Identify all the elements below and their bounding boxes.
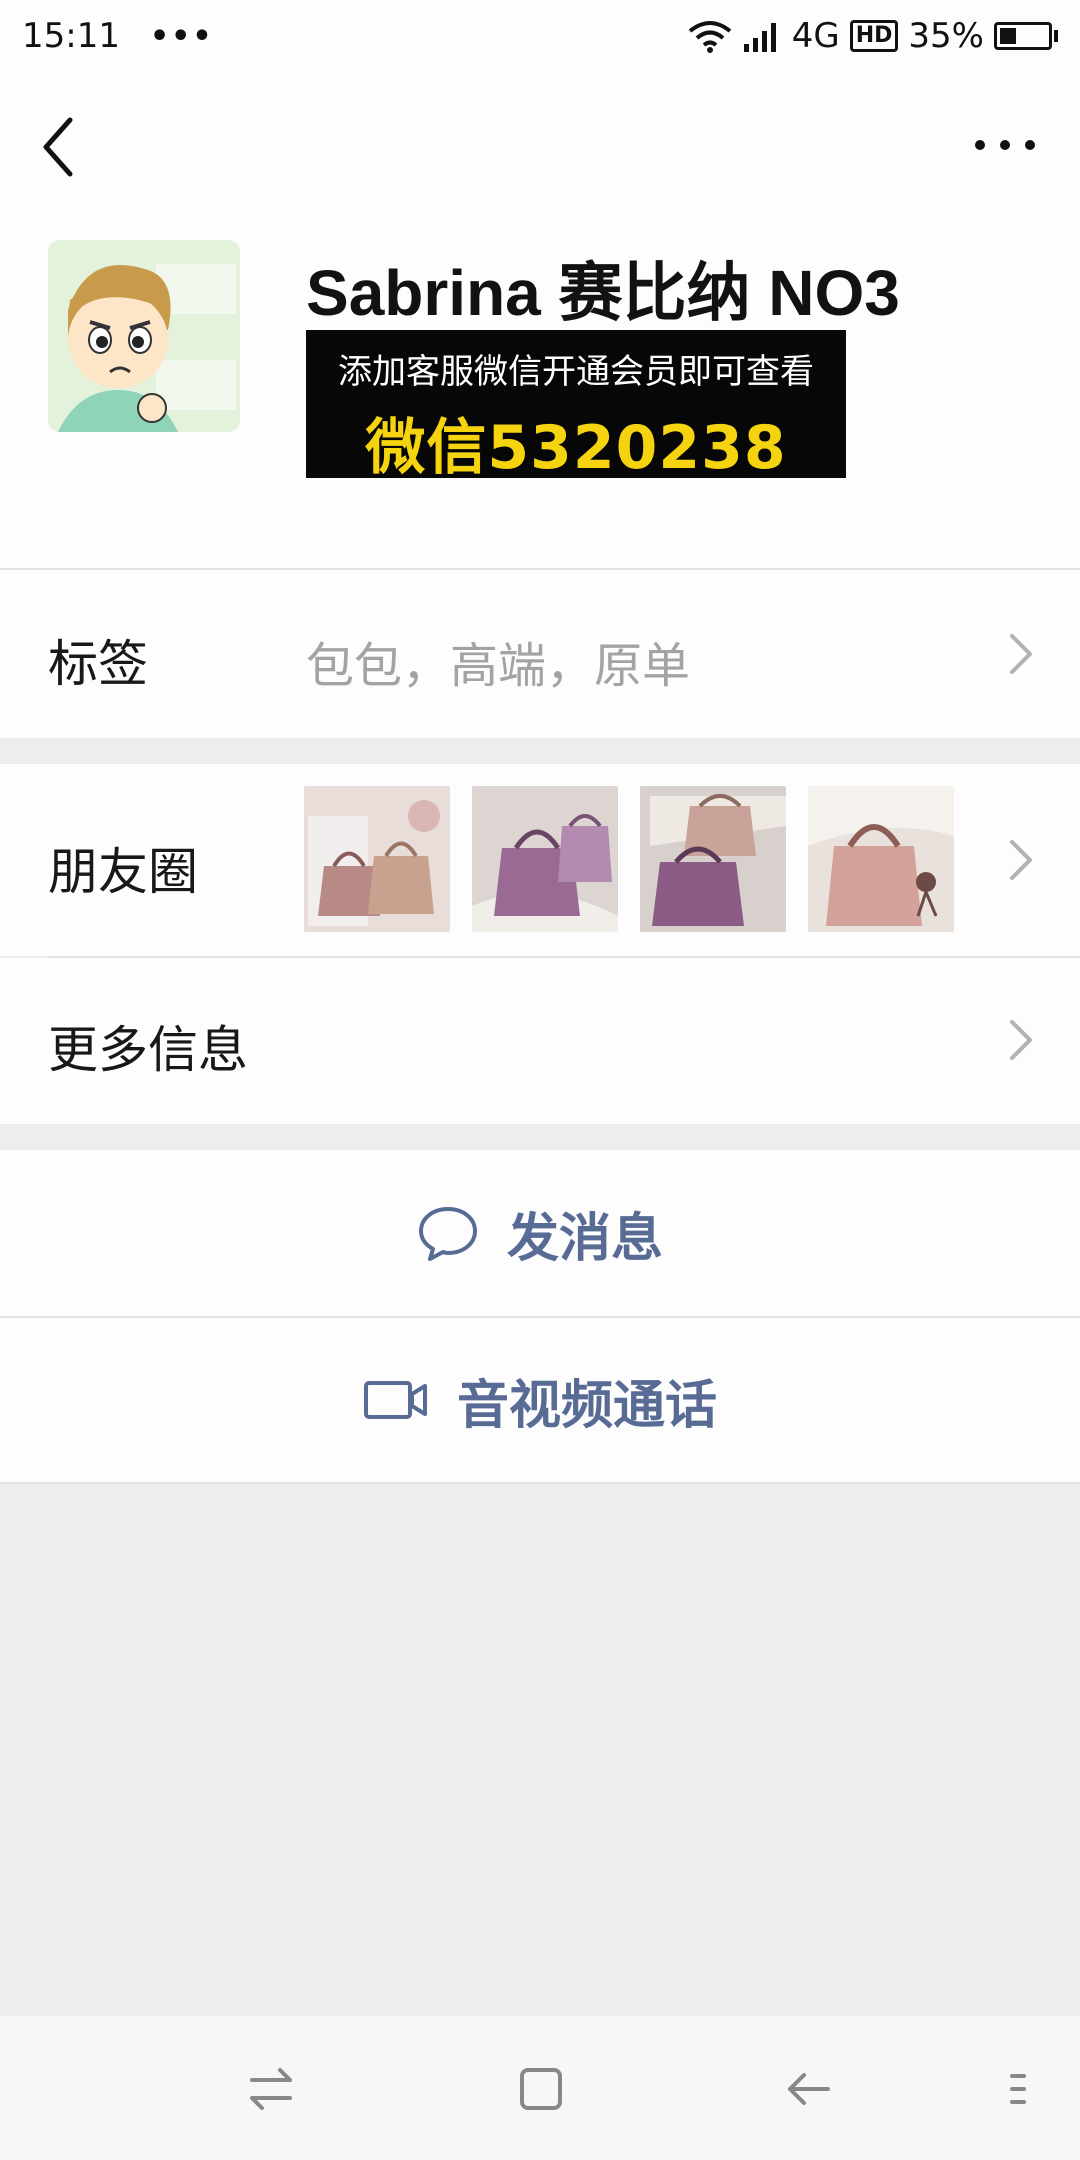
tags-label: 标签 [48, 635, 148, 693]
status-time: 15:11 [22, 16, 120, 56]
moment-photo-1 [304, 786, 450, 932]
divider [0, 1482, 1080, 1484]
video-call-label: 音视频通话 [456, 1375, 717, 1436]
chevron-right-icon [1010, 1020, 1032, 1060]
profile-name: Sabrina 赛比纳 NO3 [306, 257, 900, 329]
video-call-button[interactable]: 音视频通话 [0, 1318, 1080, 1482]
promo-text: 添加客服微信开通会员即可查看 [338, 352, 814, 392]
nav-bar [0, 72, 1080, 212]
status-indicators: 4G HD 35% [688, 16, 1058, 56]
battery-icon [994, 22, 1058, 50]
promo-banner: 添加客服微信开通会员即可查看 微信5320238 [306, 330, 846, 483]
chevron-right-icon [1010, 840, 1032, 880]
avatar-cartoon-image [48, 240, 240, 432]
chevron-left-icon[interactable] [36, 112, 86, 182]
battery-percent: 35% [908, 16, 984, 56]
moments-row[interactable]: 朋友圈 [0, 764, 1080, 956]
wifi-icon [688, 21, 731, 53]
moments-label: 朋友圈 [48, 843, 198, 901]
send-message-button[interactable]: 发消息 [0, 1150, 1080, 1316]
moment-photo-2 [472, 786, 618, 932]
network-type: 4G [791, 16, 840, 56]
more-info-label: 更多信息 [48, 1021, 248, 1079]
tags-row[interactable]: 标签 包包，高端，原单 [0, 570, 1080, 738]
moment-photo-4 [808, 786, 954, 932]
chat-bubble-icon [418, 1207, 477, 1261]
tags-value: 包包，高端，原单 [306, 638, 691, 694]
moment-photo-3 [640, 786, 786, 932]
video-camera-icon [363, 1381, 427, 1419]
home-icon[interactable] [516, 2064, 566, 2114]
menu-icon[interactable] [1008, 2064, 1028, 2114]
system-navigation-bar [0, 2016, 1080, 2160]
moments-thumbnails [304, 786, 954, 932]
profile-header: Sabrina 赛比纳 NO3 添加客服微信开通会员即可查看 微信5320238 [0, 212, 1080, 568]
back-arrow-icon[interactable] [784, 2064, 834, 2114]
more-horizontal-icon[interactable] [970, 130, 1040, 160]
signal-icon [743, 23, 776, 52]
more-info-row[interactable]: 更多信息 [0, 958, 1080, 1124]
notification-dots: ••• [149, 18, 214, 54]
switch-apps-icon[interactable] [246, 2064, 296, 2114]
status-bar: 15:11 ••• 4G HD 35% [0, 0, 1080, 72]
promo-wechat-id: 微信5320238 [365, 413, 787, 483]
send-message-label: 发消息 [506, 1208, 663, 1269]
chevron-right-icon [1010, 634, 1032, 674]
hd-badge: HD [849, 20, 899, 52]
avatar[interactable] [48, 240, 240, 432]
battery-fill [1000, 28, 1017, 44]
